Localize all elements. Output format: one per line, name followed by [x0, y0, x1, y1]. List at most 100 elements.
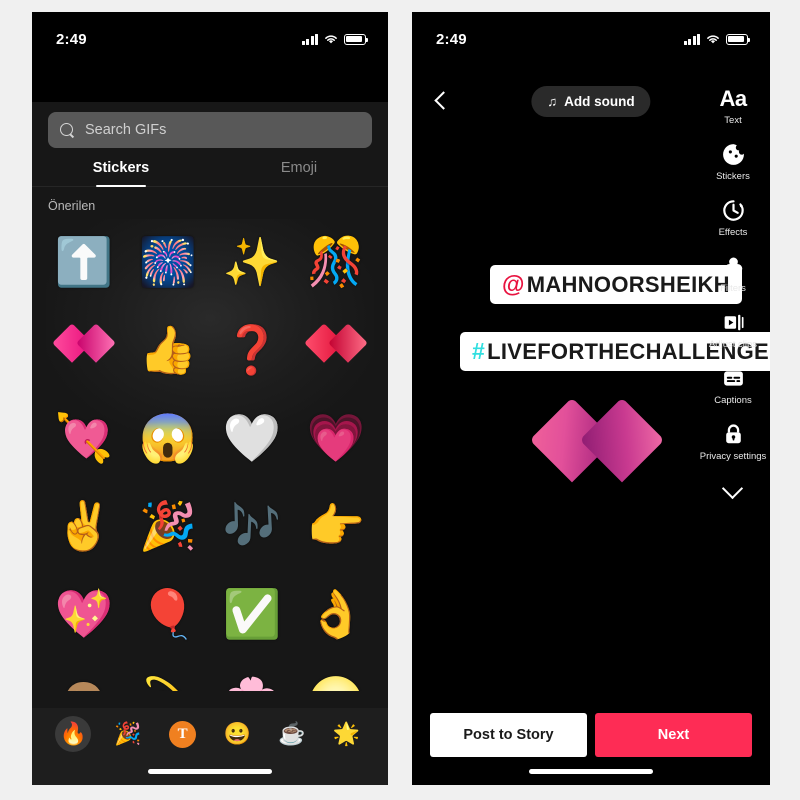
music-notes-sticker[interactable]: 🎶 [210, 481, 294, 569]
sticker-glyph: 🎶 [222, 498, 282, 552]
tool-stickers[interactable]: Stickers [698, 142, 768, 183]
tab-smileys[interactable]: 😀 [219, 716, 255, 752]
stickers-icon [721, 142, 746, 168]
tool-label: Filters [720, 282, 746, 294]
sticker-glyph: ✨ [222, 234, 282, 288]
sticker-glyph: 👌 [306, 586, 366, 640]
pointing-right-sticker[interactable]: 👉 [294, 481, 378, 569]
battery-icon [344, 33, 368, 45]
lock-icon [721, 422, 746, 448]
faceted-heart-shape [304, 322, 368, 373]
tool-effects[interactable]: Effects [698, 198, 768, 239]
omg-sticker[interactable]: 😱 [126, 393, 210, 481]
search-section: Search GIFs [32, 102, 388, 148]
editor-toolbar[interactable]: Aa Text Stickers Effects Filters Adjust … [696, 86, 770, 495]
party-popper-sticker[interactable]: 🎉 [126, 481, 210, 569]
tool-text[interactable]: Aa Text [698, 86, 768, 127]
home-indicator [529, 769, 653, 774]
balloons-sticker[interactable]: 🎈 [126, 569, 210, 657]
editor-canvas[interactable]: 2:49 ♫ Add sound Aa Text Stickers Effect… [412, 12, 770, 785]
sticker-glyph: 💗 [306, 410, 366, 464]
tool-label: Text [724, 115, 742, 126]
wifi-icon [707, 35, 719, 44]
question-mark-sticker[interactable]: ❓ [210, 305, 294, 393]
heart-pile-sticker[interactable]: 💘 [42, 393, 126, 481]
category-glyph: 😀 [223, 721, 251, 746]
sticker-glyph: ❓ [222, 322, 282, 376]
sticker-glyph: 🙈 [55, 678, 114, 692]
sticker-glyph: 🌸 [223, 678, 282, 692]
category-glyph: ☕ [278, 721, 306, 746]
tab-food[interactable]: ☕ [274, 716, 310, 752]
add-sound-label: Add sound [564, 93, 635, 109]
sticker-glyph: 🎆 [138, 234, 198, 288]
category-glyph: 🎉 [114, 721, 142, 746]
confetti-sticker[interactable]: 🎊 [294, 217, 378, 305]
tool-privacy-settings[interactable]: Privacy settings [698, 422, 768, 463]
blue-up-arrow-sticker[interactable]: ⬆️ [42, 217, 126, 305]
sticker-glyph: 💘 [54, 410, 114, 464]
pink-faceted-heart-sticker[interactable] [42, 305, 126, 393]
sticker-panel: Search GIFs Stickers Emoji Önerilen ⬆️ 🎆 ✨… [32, 102, 388, 785]
status-icons [683, 33, 750, 45]
tool-label: Adjust clips [708, 338, 758, 350]
screenshot-stage: 2:49 Search GIFs Stickers Emoji Önerilen… [0, 0, 800, 800]
tool-adjust-clips[interactable]: Adjust clips [698, 310, 768, 351]
picker-tabs: Stickers Emoji [32, 160, 388, 187]
filters-icon [721, 254, 746, 280]
tool-label: Captions [714, 394, 752, 406]
back-icon[interactable] [430, 90, 452, 112]
cut-off-sticker-2[interactable]: 💫 [126, 657, 210, 692]
sparkles-sticker[interactable]: ✨ [210, 217, 294, 305]
category-glyph: 🌟 [332, 721, 361, 746]
cut-off-sticker-1[interactable]: 🙈 [42, 657, 126, 692]
search-input[interactable]: Search GIFs [85, 122, 166, 138]
pink-heart-sticker[interactable]: 💗 [294, 393, 378, 481]
thumbs-up-sticker[interactable]: 👍 [126, 305, 210, 393]
green-check-sticker[interactable]: ✅ [210, 569, 294, 657]
sticker-glyph: ✌️ [54, 498, 114, 552]
sticker-glyph: 🌝 [307, 678, 366, 692]
text-aa-icon: Aa [719, 86, 747, 111]
ok-hand-sticker[interactable]: 👌 [294, 569, 378, 657]
tab-stickers[interactable]: Stickers [32, 160, 210, 186]
cut-off-sticker-4[interactable]: 🌝 [294, 657, 378, 692]
effects-icon [721, 198, 746, 224]
tool-filters[interactable]: Filters [698, 254, 768, 295]
captions-icon [721, 366, 746, 392]
sticker-glyph: 🤍 [222, 410, 282, 464]
add-sound-button[interactable]: ♫ Add sound [531, 85, 651, 117]
tab-trending[interactable]: 🔥 [55, 716, 92, 752]
chevron-down-icon[interactable] [721, 481, 745, 495]
status-bar: 2:49 [412, 12, 770, 58]
hash-symbol-icon: # [472, 338, 486, 364]
music-note-icon: ♫ [547, 93, 558, 109]
peace-sign-sticker[interactable]: ✌️ [42, 481, 126, 569]
editor-actions: Post to Story Next [412, 713, 770, 757]
angel-heart-sticker[interactable]: 🤍 [210, 393, 294, 481]
cellular-signal-icon [301, 33, 318, 45]
sticker-glyph: 💖 [54, 586, 114, 640]
red-faceted-heart-sticker[interactable] [294, 305, 378, 393]
tool-label: Privacy settings [699, 450, 767, 462]
tab-celebration[interactable]: 🎉 [110, 716, 146, 752]
category-glyph: 🔥 [59, 721, 88, 746]
tool-label: Stickers [716, 170, 750, 182]
tab-nature[interactable]: 🌟 [329, 716, 365, 752]
geometric-heart-sticker[interactable] [529, 397, 665, 504]
search-bar[interactable]: Search GIFs [48, 112, 372, 148]
next-button[interactable]: Next [595, 713, 752, 757]
tool-label: Effects [718, 226, 748, 238]
text-category-icon: T [169, 720, 197, 748]
tab-emoji[interactable]: Emoji [210, 160, 388, 186]
heart-eyes-creature-sticker[interactable]: 💖 [42, 569, 126, 657]
sticker-glyph: 🎊 [306, 234, 366, 288]
post-to-story-button[interactable]: Post to Story [430, 713, 587, 757]
sticker-glyph: ✅ [222, 586, 282, 640]
fireworks-sticker[interactable]: 🎆 [126, 217, 210, 305]
sticker-glyph: 👍 [138, 322, 198, 376]
sticker-grid[interactable]: ⬆️ 🎆 ✨ 🎊 👍 ❓ 💘 😱 🤍 💗 ✌️ 🎉 🎶 👉 💖 🎈 ✅ 👌 🙈 💫 🌸 🌝 [32, 217, 388, 691]
cut-off-sticker-3[interactable]: 🌸 [210, 657, 294, 692]
tool-captions[interactable]: Captions [698, 366, 768, 407]
tab-text[interactable]: T [165, 716, 201, 752]
